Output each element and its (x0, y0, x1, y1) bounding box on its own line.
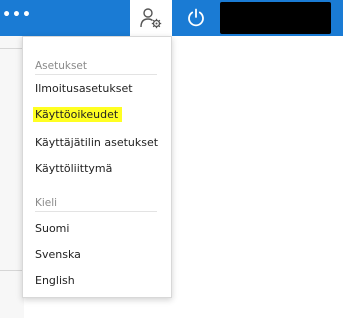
background-divider (0, 48, 24, 49)
user-settings-button[interactable] (130, 0, 172, 36)
menu-item-user-interface[interactable]: Käyttöliittymä (35, 162, 112, 176)
background-divider (0, 270, 24, 271)
user-dropdown-menu: Asetukset Ilmoitusasetukset Käyttöoikeud… (22, 36, 172, 298)
menu-divider (35, 74, 157, 75)
menu-header-settings: Asetukset (35, 60, 88, 72)
menu-item-language-finnish[interactable]: Suomi (35, 222, 69, 236)
menu-header-language: Kieli (35, 197, 58, 209)
background-panel (0, 36, 24, 318)
menu-item-user-rights[interactable]: Käyttöoikeudet (33, 107, 123, 122)
highlighted-label: Käyttöoikeudet (33, 107, 123, 122)
redacted-username (220, 2, 331, 34)
menu-divider (35, 211, 157, 212)
app-page: ••• Asetukset Ilmoitusasetukset Käyttöoi… (0, 0, 343, 318)
more-menu-button[interactable]: ••• (0, 0, 34, 36)
power-icon (188, 8, 204, 27)
menu-item-account-settings[interactable]: Käyttäjätilin asetukset (35, 136, 158, 150)
top-bar: ••• (0, 0, 343, 36)
menu-item-notification-settings[interactable]: Ilmoitusasetukset (35, 82, 133, 96)
menu-item-language-english[interactable]: English (35, 274, 75, 288)
logout-button[interactable] (176, 0, 216, 36)
menu-item-language-swedish[interactable]: Svenska (35, 248, 81, 262)
user-settings-icon (140, 8, 162, 29)
